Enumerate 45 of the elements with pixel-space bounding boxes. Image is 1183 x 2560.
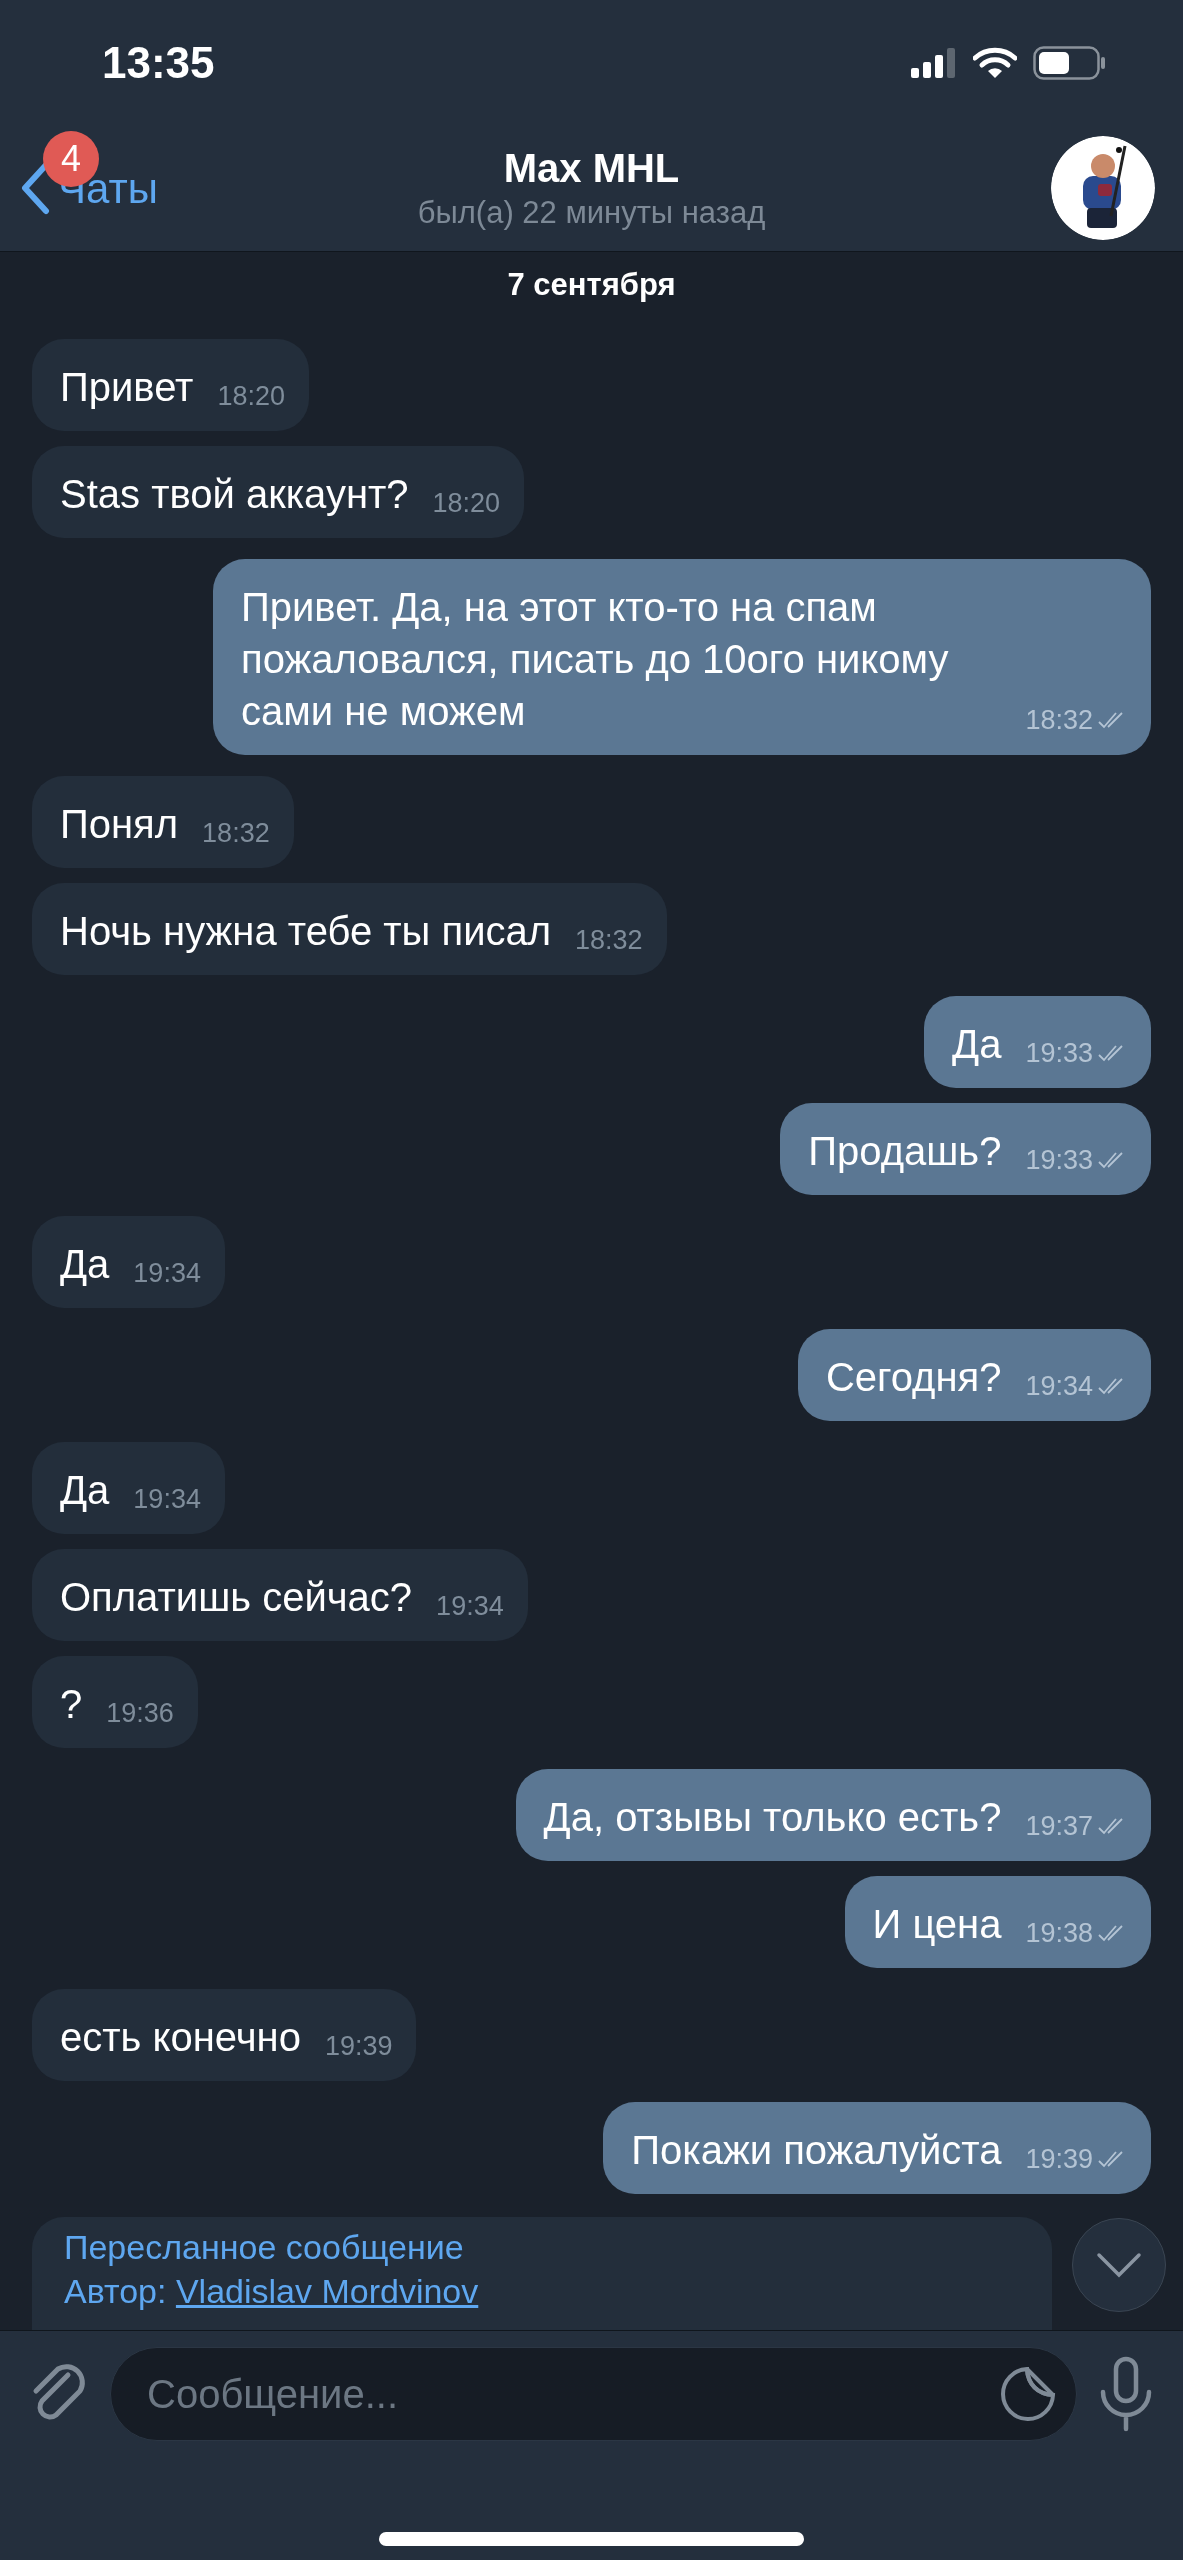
chat-title: Max MHL xyxy=(503,145,680,192)
message-time: 18:32 xyxy=(202,817,270,850)
message-text: Покажи пожалуйста xyxy=(631,2126,1002,2174)
last-seen-status: был(а) 22 минуты назад xyxy=(417,194,766,232)
wifi-icon xyxy=(973,46,1017,79)
forwarded-author: Автор: Vladislav Mordvinov xyxy=(64,2270,480,2312)
message-text: Сегодня? xyxy=(825,1353,1002,1401)
message-text: Да xyxy=(60,1240,110,1288)
battery-icon xyxy=(1033,45,1107,80)
message-time: 18:20 xyxy=(217,380,285,413)
message-time: 18:32 xyxy=(575,924,643,957)
message-time: 19:39 xyxy=(324,2030,393,2063)
message-text: И цена xyxy=(872,1900,1002,1948)
message-time: 19:38 xyxy=(1025,1917,1093,1950)
chevron-down-icon xyxy=(1096,2252,1142,2278)
message-text: Да xyxy=(952,1020,1002,1068)
sticker-icon[interactable] xyxy=(999,2365,1057,2423)
message-time: 18:20 xyxy=(432,487,501,520)
message-text: Stas твой аккаунт? xyxy=(60,470,409,518)
forwarded-label: Пересланное сообщение xyxy=(64,2226,465,2268)
message-time: 18:32 xyxy=(1025,704,1093,737)
message-text: Привет xyxy=(60,363,194,411)
message-text: Понял xyxy=(60,800,179,848)
back-chevron-icon xyxy=(20,161,50,215)
message-time: 19:34 xyxy=(133,1483,201,1516)
message-text: Привет. Да, на этот кто-то на спам пожаловался, писать до 10ого никому сами не можем xyxy=(241,583,950,735)
message-time: 19:33 xyxy=(1025,1144,1093,1177)
message-input-field[interactable]: Сообщение... xyxy=(110,2347,1077,2441)
message-text: ? xyxy=(60,1680,83,1728)
message-text: Ночь нужна тебе ты писал xyxy=(60,907,552,955)
status-time: 13:35 xyxy=(102,36,215,89)
message-text: Оплатишь сейчас? xyxy=(60,1573,413,1621)
message-text: есть конечно xyxy=(60,2013,301,2061)
message-time: 19:34 xyxy=(1025,1370,1093,1403)
message-time: 19:36 xyxy=(106,1697,174,1730)
message-text: Да xyxy=(60,1466,110,1514)
message-time: 19:37 xyxy=(1025,1810,1093,1843)
message-time: 19:33 xyxy=(1025,1037,1093,1070)
date-separator: 7 сентября xyxy=(507,266,676,304)
message-time: 19:34 xyxy=(436,1590,504,1623)
signal-icon xyxy=(911,47,957,78)
message-time: 19:34 xyxy=(133,1257,201,1290)
message-text: Продашь? xyxy=(808,1127,1002,1175)
message-text: Да, отзывы только есть? xyxy=(543,1793,1002,1841)
message-time: 19:39 xyxy=(1025,2143,1093,2176)
